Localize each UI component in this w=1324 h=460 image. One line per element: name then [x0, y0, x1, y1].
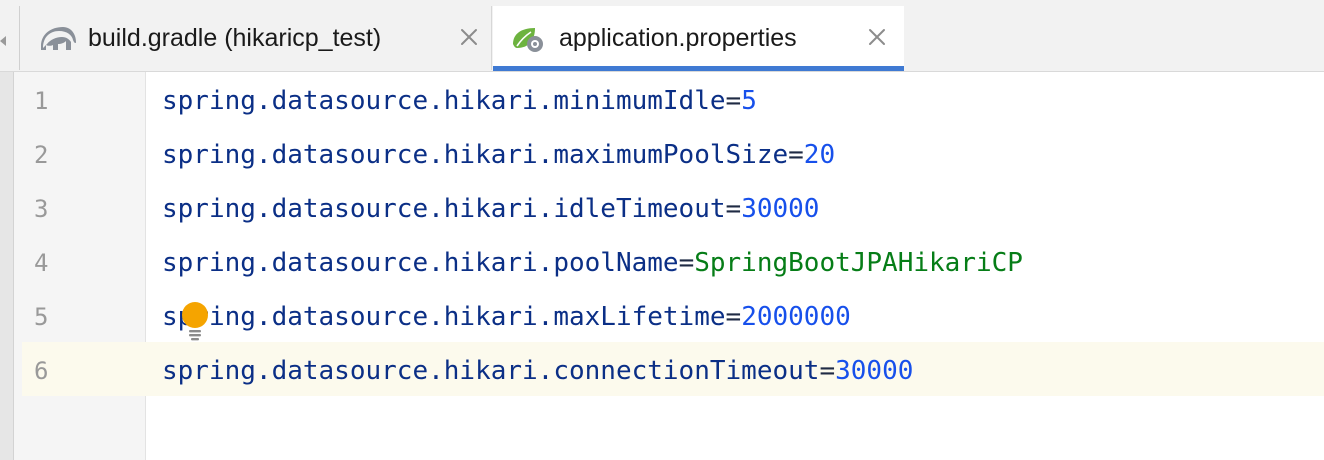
property-value: 20: [803, 140, 836, 170]
property-value: 30000: [741, 194, 820, 224]
line-number: 2: [34, 141, 49, 169]
editor-tab-bar: build.gradle (hikaricp_test) application…: [0, 0, 1324, 72]
property-separator: =: [725, 86, 742, 116]
tab-label: application.properties: [559, 24, 797, 52]
code-line[interactable]: spring.datasource.hikari.connectionTimeo…: [162, 344, 913, 398]
property-separator: =: [725, 194, 742, 224]
line-number: 4: [34, 249, 49, 277]
line-number: 5: [34, 303, 49, 331]
line-number: 6: [34, 357, 49, 385]
property-key: spring.datasource.hikari.idleTimeout: [162, 194, 726, 224]
tab-scroll-left[interactable]: [0, 6, 20, 70]
ide-window: build.gradle (hikaricp_test) application…: [0, 0, 1324, 460]
property-value: 5: [741, 86, 757, 116]
code-line[interactable]: spring.datasource.hikari.poolName=Spring…: [162, 236, 1023, 290]
property-separator: =: [678, 248, 695, 278]
property-separator: =: [788, 140, 804, 170]
code-line[interactable]: spring.datasource.hikari.maximumPoolSize…: [162, 128, 835, 182]
property-key: spring.datasource.hikari.maxLifetime: [162, 302, 726, 332]
property-key: spring.datasource.hikari.poolName: [162, 248, 679, 278]
spring-properties-icon: [513, 28, 543, 52]
code-editor[interactable]: 1 2 3 4 5 6 spring.datasource.hikari.min…: [0, 72, 1324, 460]
gradle-elephant-icon: [41, 27, 76, 50]
property-key: spring.datasource.hikari.minimumIdle: [162, 86, 726, 116]
code-line[interactable]: spring.datasource.hikari.maxLifetime=200…: [162, 290, 851, 344]
tab-application-properties[interactable]: application.properties: [493, 6, 904, 71]
close-icon[interactable]: [458, 26, 480, 48]
property-key: spring.datasource.hikari.maximumPoolSize: [162, 140, 789, 170]
code-line[interactable]: spring.datasource.hikari.idleTimeout=300…: [162, 182, 819, 236]
close-icon[interactable]: [866, 26, 888, 48]
line-number: 1: [34, 87, 49, 115]
property-separator: =: [725, 302, 742, 332]
lightbulb-icon[interactable]: [178, 300, 212, 342]
line-number: 3: [34, 195, 49, 223]
property-separator: =: [819, 356, 836, 386]
editor-left-edge: [0, 72, 14, 460]
code-line[interactable]: spring.datasource.hikari.minimumIdle=5: [162, 74, 757, 128]
property-value: 30000: [835, 356, 914, 386]
property-value: 2000000: [741, 302, 851, 332]
caret-left-icon: [0, 36, 6, 46]
tab-label: build.gradle (hikaricp_test): [88, 24, 382, 52]
tab-build-gradle[interactable]: build.gradle (hikaricp_test): [22, 6, 492, 70]
property-value: SpringBootJPAHikariCP: [694, 248, 1023, 278]
property-key: spring.datasource.hikari.connectionTimeo…: [162, 356, 820, 386]
